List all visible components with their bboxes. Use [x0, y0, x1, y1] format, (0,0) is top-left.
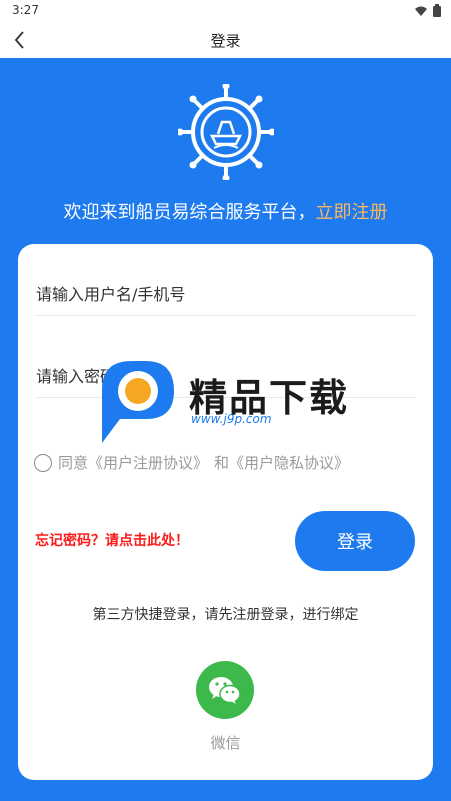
- user-agreement-link[interactable]: 《用户注册协议》: [88, 452, 208, 473]
- agree-prefix: 同意: [58, 454, 89, 472]
- privacy-agreement-link[interactable]: 《用户隐私协议》: [229, 452, 349, 473]
- watermark-url: www.j9p.com: [191, 412, 272, 426]
- status-bar: 3:27: [0, 0, 451, 22]
- watermark: 精品下载 www.j9p.com: [96, 357, 356, 447]
- status-time: 3:27: [12, 3, 39, 17]
- forgot-password-link[interactable]: 忘记密码？请点击此处！: [35, 530, 189, 550]
- wechat-login-button[interactable]: [196, 661, 254, 719]
- third-party-login-text: 第三方快捷登录，请先注册登录，进行绑定: [92, 607, 359, 623]
- wifi-icon: [415, 6, 427, 16]
- register-link[interactable]: 立即注册: [316, 202, 388, 223]
- status-icons: [415, 4, 441, 17]
- wechat-label: 微信: [210, 734, 241, 752]
- login-button[interactable]: 登录: [295, 511, 415, 571]
- welcome-message: 欢迎来到船员易综合服务平台，: [63, 202, 316, 223]
- username-input[interactable]: [36, 273, 416, 315]
- page-title: 登录: [210, 32, 241, 50]
- agreement-row: 同意 《用户注册协议》 和《用户隐私协议》: [34, 452, 349, 473]
- username-field-wrapper: [36, 273, 416, 316]
- top-app-bar: 登录: [0, 22, 451, 58]
- agree-and: 和: [214, 454, 230, 472]
- agreement-radio[interactable]: [34, 453, 52, 472]
- welcome-text: 欢迎来到船员易综合服务平台，立即注册: [0, 198, 451, 224]
- login-card: 同意《用户注册协议》 和《用户隐私协议》 忘记密码？请点击此处！ 登录 第三方快…: [18, 244, 433, 780]
- wechat-icon: [209, 677, 241, 704]
- battery-icon: [433, 4, 441, 17]
- watermark-p-logo-icon: [102, 361, 174, 443]
- ship-wheel-logo-icon: [178, 84, 274, 180]
